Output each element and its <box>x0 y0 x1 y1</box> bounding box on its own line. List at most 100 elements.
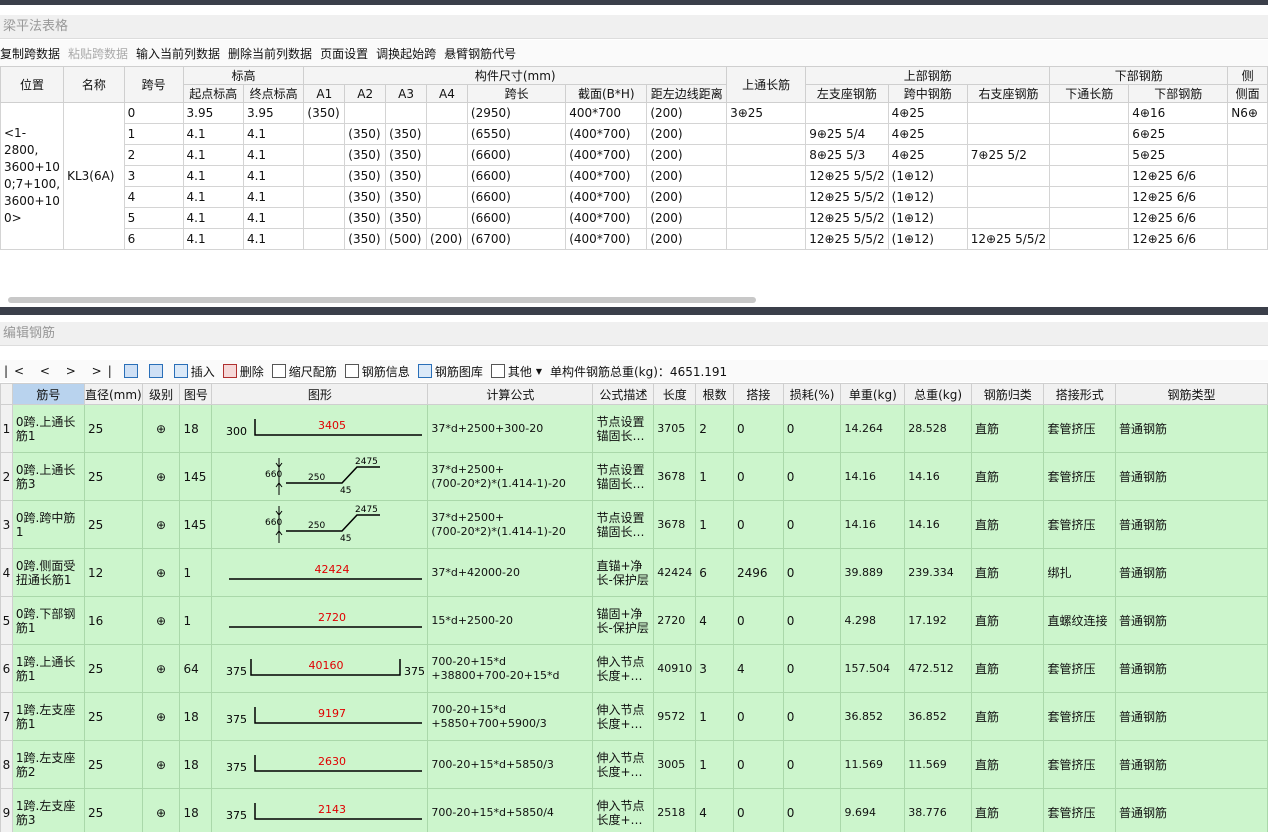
span-cell[interactable]: (400*700) <box>565 123 648 145</box>
rebar-cell-grade[interactable]: ⊕ <box>141 692 181 741</box>
rebar-cell-lapf[interactable]: 套管挤压 <box>1043 404 1116 453</box>
span-cell[interactable] <box>726 144 807 166</box>
rebar-cell-formula[interactable]: 37*d+2500+ (700-20*2)*(1.414-1)-20 <box>427 500 594 549</box>
rebar-shape-cell[interactable]: 300 3405 <box>211 404 429 453</box>
rebar-shape-cell[interactable]: 375 2143 <box>211 788 429 832</box>
rebar-cell-formula[interactable]: 700-20+15*d +38800+700-20+15*d <box>427 644 594 693</box>
span-cell[interactable]: (200) <box>426 228 468 250</box>
rebar-cell-total[interactable]: 472.512 <box>904 644 972 693</box>
rebar-cell-cat[interactable]: 直筋 <box>970 692 1045 741</box>
rebar-cell-total[interactable]: 14.16 <box>904 452 972 501</box>
span-cell[interactable]: 12⊕25 6/6 <box>1128 165 1229 187</box>
rebar-shape-cell[interactable]: 42424 <box>211 548 429 597</box>
rebar-cell-total[interactable]: 11.569 <box>904 740 972 789</box>
rebar-cell-type[interactable]: 普通钢筋 <box>1114 740 1268 789</box>
span-cell[interactable]: 3 <box>123 165 184 187</box>
rebar-cell-loss[interactable]: 0 <box>782 404 842 453</box>
rebar-cell-grade[interactable]: ⊕ <box>141 452 181 501</box>
rebar-cell-cat[interactable]: 直筋 <box>970 500 1045 549</box>
rebar-cell-loss[interactable]: 0 <box>782 740 842 789</box>
span-cell[interactable]: 12⊕25 5/5/2 <box>805 165 889 187</box>
rebar-cell-cnt[interactable]: 3 <box>695 644 734 693</box>
rebar-cell-grade[interactable]: ⊕ <box>141 788 181 832</box>
rebar-cell-fig[interactable]: 18 <box>179 740 213 789</box>
span-cell[interactable] <box>426 102 468 124</box>
rebar-cell-desc[interactable]: 伸入节点长度+… <box>592 644 655 693</box>
span-cell[interactable] <box>426 207 468 229</box>
span-cell[interactable] <box>303 207 346 229</box>
span-cell[interactable]: (350) <box>344 144 387 166</box>
span-cell[interactable]: (350) <box>385 207 428 229</box>
rebar-row[interactable]: 2 0跨.上通长筋3 25 ⊕ 145 660 250 45 2475 37*d+2500+ (7… <box>0 452 1268 501</box>
span-cell[interactable]: (6700) <box>466 228 567 250</box>
span-cell[interactable] <box>426 123 468 145</box>
span-cell[interactable] <box>966 207 1051 229</box>
span-cell[interactable]: 4.1 <box>242 123 305 145</box>
span-cell[interactable]: (350) <box>344 123 387 145</box>
rebar-shape-cell[interactable]: 660 250 45 2475 <box>211 500 429 549</box>
rebar-cell-fig[interactable]: 18 <box>179 692 213 741</box>
span-cell[interactable]: 6⊕25 <box>1128 123 1229 145</box>
span-cell[interactable] <box>1227 165 1268 187</box>
rebar-cell-cnt[interactable]: 1 <box>695 692 734 741</box>
span-cell[interactable]: (1⊕12) <box>887 165 968 187</box>
row-number[interactable]: 6 <box>0 644 13 693</box>
rebar-cell-dia[interactable]: 25 <box>83 692 143 741</box>
row-number[interactable]: 7 <box>0 692 13 741</box>
rebar-cell-cnt[interactable]: 2 <box>695 404 734 453</box>
rebar-cell-cnt[interactable]: 1 <box>695 740 734 789</box>
span-cell[interactable]: 12⊕25 6/6 <box>1128 186 1229 208</box>
span-cell[interactable] <box>726 228 807 250</box>
row-number[interactable]: 8 <box>0 740 13 789</box>
span-cell[interactable] <box>1049 165 1130 187</box>
rebar-cell-fig[interactable]: 1 <box>179 596 213 645</box>
span-cell[interactable] <box>426 144 468 166</box>
span-cell[interactable] <box>805 102 889 124</box>
rebar-cell-type[interactable]: 普通钢筋 <box>1114 788 1268 832</box>
span-cell[interactable]: (350) <box>303 102 346 124</box>
span-cell[interactable] <box>726 165 807 187</box>
rebar-row[interactable]: 7 1跨.左支座筋1 25 ⊕ 18 375 9197 700-20+15*d +5850+7… <box>0 692 1268 741</box>
rebar-cell-fig[interactable]: 145 <box>179 452 213 501</box>
span-cell[interactable]: 4⊕16 <box>1128 102 1229 124</box>
span-cell[interactable] <box>966 123 1051 145</box>
span-cell[interactable]: 0 <box>123 102 184 124</box>
span-cell[interactable]: 9⊕25 5/4 <box>805 123 889 145</box>
span-cell[interactable] <box>303 165 346 187</box>
span-cell[interactable]: 4.1 <box>182 228 244 250</box>
rebar-row[interactable]: 3 0跨.跨中筋1 25 ⊕ 145 660 250 45 2475 37*d+2500+ (70… <box>0 500 1268 549</box>
span-cell[interactable] <box>344 102 387 124</box>
rebar-cell-cnt[interactable]: 4 <box>695 788 734 832</box>
rebar-cell-total[interactable]: 38.776 <box>904 788 972 832</box>
span-cell[interactable]: 3.95 <box>182 102 244 124</box>
span-cell[interactable]: (350) <box>385 186 428 208</box>
rebar-cell-unit[interactable]: 14.264 <box>840 404 906 453</box>
rebar-cell-unit[interactable]: 9.694 <box>840 788 906 832</box>
span-cell[interactable] <box>1049 144 1130 166</box>
span-cell[interactable]: (6600) <box>466 144 567 166</box>
rebar-cell-len[interactable]: 9572 <box>653 692 697 741</box>
rebar-cell-fig[interactable]: 18 <box>179 788 213 832</box>
beam-name-cell[interactable]: KL3(6A) <box>63 102 125 250</box>
span-cell[interactable] <box>1227 123 1268 145</box>
span-cell[interactable] <box>966 186 1051 208</box>
rebar-cell-desc[interactable]: 伸入节点长度+… <box>592 692 655 741</box>
span-cell[interactable] <box>303 123 346 145</box>
row-number[interactable]: 9 <box>0 788 13 832</box>
row-number[interactable]: 4 <box>0 548 13 597</box>
rebar-cell-lap[interactable]: 0 <box>732 788 784 832</box>
rebar-cell-fig[interactable]: 64 <box>179 644 213 693</box>
rebar-cell-lapf[interactable]: 直螺纹连接 <box>1043 596 1116 645</box>
span-cell[interactable]: 2 <box>123 144 184 166</box>
rebar-cell-name[interactable]: 0跨.上通长筋1 <box>11 404 85 453</box>
rebar-cell-len[interactable]: 42424 <box>653 548 697 597</box>
rebar-cell-loss[interactable]: 0 <box>782 644 842 693</box>
span-cell[interactable]: (2950) <box>466 102 567 124</box>
rebar-cell-formula[interactable]: 15*d+2500-20 <box>427 596 594 645</box>
span-cell[interactable]: (200) <box>646 144 728 166</box>
rebar-cell-lap[interactable]: 0 <box>732 500 784 549</box>
rebar-cell-lap[interactable]: 4 <box>732 644 784 693</box>
span-cell[interactable]: (1⊕12) <box>887 228 968 250</box>
rebar-cell-lapf[interactable]: 套管挤压 <box>1043 740 1116 789</box>
rebar-row[interactable]: 5 0跨.下部钢筋1 16 ⊕ 1 2720 15*d+2500-20 锚固+净长-保护层 27… <box>0 596 1268 645</box>
